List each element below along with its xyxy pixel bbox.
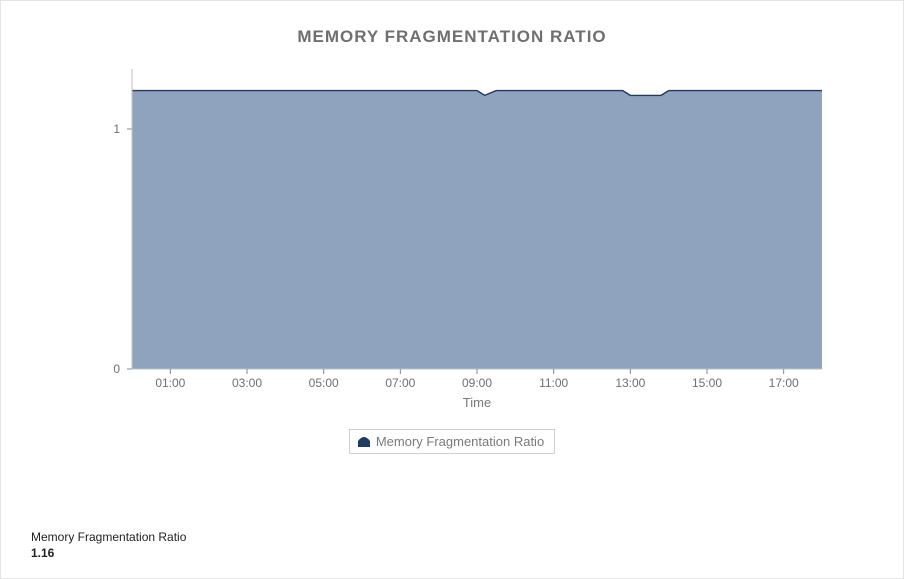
- summary-readout: Memory Fragmentation Ratio 1.16: [31, 530, 186, 560]
- legend-label: Memory Fragmentation Ratio: [376, 434, 544, 449]
- svg-text:05:00: 05:00: [309, 376, 339, 390]
- svg-text:11:00: 11:00: [539, 376, 568, 390]
- svg-text:13:00: 13:00: [615, 376, 645, 390]
- svg-text:17:00: 17:00: [769, 376, 799, 390]
- svg-text:09:00: 09:00: [462, 376, 492, 390]
- chart-title: MEMORY FRAGMENTATION RATIO: [31, 27, 873, 47]
- svg-text:15:00: 15:00: [692, 376, 722, 390]
- chart-legend: Memory Fragmentation Ratio: [349, 429, 555, 454]
- summary-value: 1.16: [31, 546, 186, 560]
- area-chart[interactable]: 0 1 01:00 03:00 05:00 07:00 09:00 11:00 13:00 15:…: [72, 59, 832, 419]
- chart-plot-container: 0 1 01:00 03:00 05:00 07:00 09:00 11:00 13:00 15:…: [72, 59, 832, 454]
- svg-text:03:00: 03:00: [232, 376, 262, 390]
- chart-panel: MEMORY FRAGMENTATION RATIO 0101:0003:000…: [0, 0, 904, 579]
- svg-text:01:00: 01:00: [155, 376, 185, 390]
- svg-text:1: 1: [113, 122, 120, 136]
- svg-text:Time: Time: [463, 395, 491, 410]
- summary-label: Memory Fragmentation Ratio: [31, 530, 186, 544]
- legend-swatch-icon: [358, 437, 370, 447]
- svg-text:0: 0: [113, 362, 120, 376]
- svg-text:07:00: 07:00: [385, 376, 415, 390]
